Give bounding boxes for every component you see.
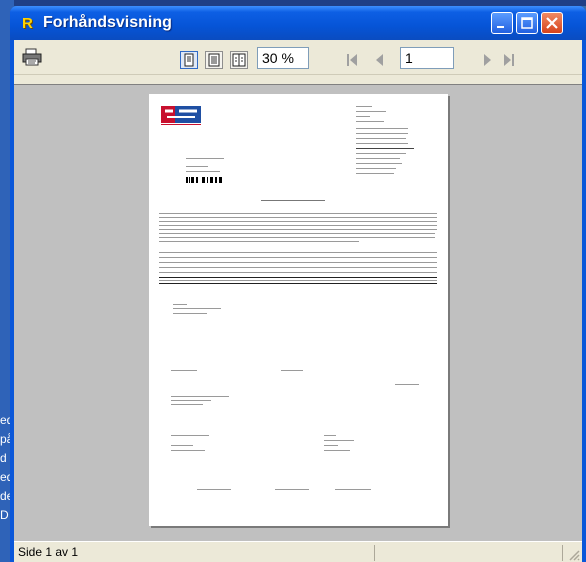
title-bar[interactable]: R Forhåndsvisning — [10, 6, 586, 40]
printer-icon — [22, 48, 42, 66]
preview-area[interactable] — [14, 84, 582, 542]
table-row — [159, 262, 437, 263]
body-line — [159, 221, 437, 222]
barcode — [186, 177, 222, 183]
header-line — [356, 128, 408, 129]
giro-line — [324, 450, 350, 451]
header-line — [356, 133, 408, 134]
table-row — [159, 267, 437, 268]
single-page-icon — [184, 53, 194, 67]
header-line — [356, 168, 396, 169]
table-row — [159, 280, 437, 281]
header-line — [356, 163, 402, 164]
giro-line — [335, 489, 371, 490]
giro-line — [171, 370, 197, 371]
table-row — [159, 252, 437, 253]
resize-grip-icon[interactable] — [568, 549, 580, 561]
header-line — [356, 158, 400, 159]
table-row — [159, 257, 437, 258]
next-page-icon[interactable] — [481, 53, 495, 67]
giro-line — [324, 445, 338, 446]
giro-line — [281, 370, 303, 371]
header-line — [356, 143, 408, 144]
company-logo — [159, 103, 203, 127]
giro-line — [324, 440, 354, 441]
page-status: Side 1 av 1 — [18, 545, 79, 559]
window-title: Forhåndsvisning — [43, 14, 172, 31]
signature-line — [173, 304, 187, 305]
giro-line — [395, 384, 419, 385]
giro-line — [171, 396, 229, 397]
close-button[interactable] — [541, 12, 563, 34]
app-icon: R — [22, 15, 33, 32]
body-line — [159, 241, 359, 242]
address-line — [186, 166, 208, 167]
body-line — [159, 233, 435, 234]
client-area: 30 % 1 Side 1 av 1 — [14, 40, 582, 562]
giro-line — [324, 435, 336, 436]
header-line — [356, 121, 384, 122]
header-line — [356, 106, 372, 107]
body-line — [159, 225, 437, 226]
print-button[interactable] — [22, 48, 42, 66]
two-page-view-button[interactable] — [230, 51, 248, 69]
header-line — [356, 138, 406, 139]
last-page-icon[interactable] — [502, 53, 516, 67]
document-heading — [261, 200, 325, 201]
minimize-icon — [497, 26, 504, 28]
table-row — [159, 272, 437, 273]
giro-line — [171, 450, 205, 451]
signature-line — [173, 313, 207, 314]
maximize-button[interactable] — [516, 12, 538, 34]
status-separator — [374, 545, 375, 561]
zoom-input[interactable]: 30 % — [257, 47, 309, 69]
header-line — [356, 111, 386, 112]
address-line — [186, 171, 220, 172]
giro-line — [171, 400, 211, 401]
full-width-icon — [208, 53, 220, 67]
giro-line — [275, 489, 309, 490]
signature-line — [173, 308, 221, 309]
body-line — [159, 213, 437, 214]
two-page-icon — [232, 53, 246, 67]
close-icon — [546, 17, 558, 29]
status-separator — [562, 545, 563, 561]
header-line — [356, 173, 394, 174]
body-line — [159, 237, 435, 238]
minimize-button[interactable] — [491, 12, 513, 34]
single-page-view-button[interactable] — [180, 51, 198, 69]
table-rule — [159, 277, 437, 278]
page-number-input[interactable]: 1 — [400, 47, 454, 69]
header-line — [356, 148, 414, 149]
full-width-view-button[interactable] — [205, 51, 223, 69]
giro-line — [171, 404, 203, 405]
header-line — [356, 153, 406, 154]
first-page-icon[interactable] — [345, 53, 359, 67]
giro-line — [171, 445, 193, 446]
header-line — [356, 116, 370, 117]
status-bar: Side 1 av 1 — [14, 541, 582, 562]
address-line — [186, 158, 224, 159]
toolbar: 30 % 1 — [14, 40, 582, 75]
giro-line — [171, 435, 209, 436]
maximize-icon — [521, 17, 533, 29]
preview-window: R Forhåndsvisning 30 % 1 Side 1 av 1 — [10, 6, 586, 562]
giro-line — [197, 489, 231, 490]
body-line — [159, 229, 437, 230]
table-rule — [159, 283, 437, 284]
previous-page-icon[interactable] — [372, 53, 386, 67]
body-line — [159, 217, 437, 218]
document-page — [149, 94, 448, 526]
